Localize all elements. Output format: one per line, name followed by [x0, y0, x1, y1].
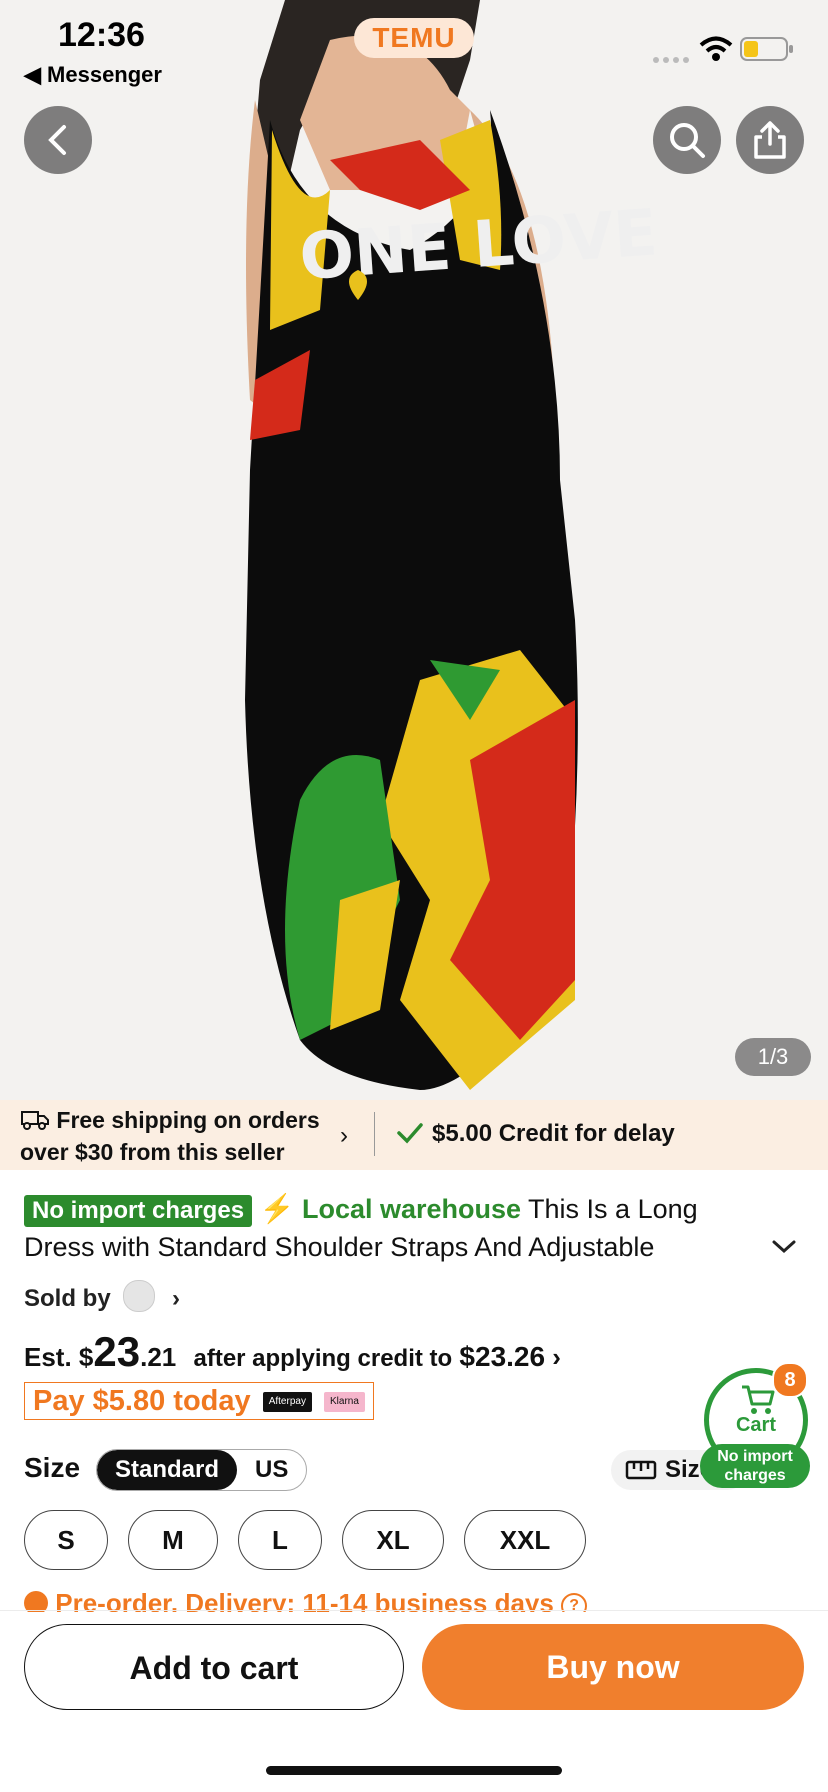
shipping-line-1: Free shipping on orders	[56, 1107, 320, 1133]
size-label: Size	[24, 1452, 81, 1483]
pay-today-text: Pay $5.80 today	[33, 1385, 251, 1417]
price-dollars: 23	[93, 1328, 141, 1375]
size-option-xl[interactable]: XL	[342, 1510, 444, 1570]
sold-by-label: Sold by	[24, 1285, 111, 1312]
back-to-app-link[interactable]: ◀ Messenger	[24, 62, 162, 88]
signal-icon	[652, 52, 692, 70]
share-button[interactable]	[736, 106, 804, 174]
search-icon	[670, 123, 705, 158]
klarna-logo: Klarna	[324, 1392, 365, 1413]
free-shipping-link[interactable]: Free shipping on orders over $30 from th…	[20, 1106, 320, 1167]
sold-by-link[interactable]: Sold by ›	[24, 1280, 180, 1313]
temu-logo: TEMU	[354, 18, 474, 58]
truck-icon	[20, 1109, 50, 1138]
pay-today-banner[interactable]: Pay $5.80 today Afterpay Klarna	[24, 1382, 374, 1420]
preorder-notice[interactable]: Pre-order. Delivery: 11-14 business days…	[24, 1588, 588, 1612]
chevron-right-icon: ›	[552, 1342, 561, 1372]
status-time: 12:36	[58, 16, 145, 54]
chevron-right-icon: ›	[172, 1285, 181, 1312]
size-system-toggle[interactable]: Standard US	[96, 1449, 308, 1491]
cart-count-badge: 8	[772, 1362, 808, 1398]
cart-icon	[742, 1385, 775, 1414]
original-price: $23.26	[459, 1341, 546, 1372]
add-to-cart-button[interactable]: Add to cart	[24, 1624, 404, 1710]
shipping-line-2: over $30 from this seller	[20, 1139, 285, 1165]
ruler-icon	[625, 1460, 657, 1480]
product-title-start: This Is a Long	[528, 1194, 698, 1224]
size-system-us[interactable]: US	[237, 1450, 306, 1490]
size-option-s[interactable]: S	[24, 1510, 108, 1570]
delay-credit: $5.00 Credit for delay	[432, 1120, 675, 1147]
cart-no-import-badge: No import charges	[700, 1444, 810, 1488]
search-button[interactable]	[653, 106, 721, 174]
est-label: Est. $	[24, 1342, 94, 1372]
battery-icon	[740, 36, 794, 67]
buy-now-button[interactable]: Buy now	[422, 1624, 804, 1710]
expand-title-button[interactable]	[770, 1236, 798, 1261]
size-option-l[interactable]: L	[238, 1510, 322, 1570]
back-app-label: Messenger	[47, 62, 162, 87]
product-title-line-2: Dress with Standard Shoulder Straps And …	[24, 1232, 655, 1262]
lightning-icon: ⚡	[259, 1193, 295, 1224]
check-icon	[396, 1121, 424, 1150]
product-title-line-1: No import charges ⚡ Local warehouse This…	[24, 1192, 698, 1227]
floating-cart[interactable]: Cart 8 No import charges	[700, 1362, 828, 1488]
chevron-left-icon	[48, 125, 66, 155]
home-indicator	[266, 1766, 562, 1775]
clock-icon	[24, 1591, 48, 1612]
credit-note: after applying credit to	[193, 1345, 453, 1372]
price-cents: .21	[140, 1342, 177, 1372]
size-system-standard[interactable]: Standard	[97, 1450, 238, 1490]
bottom-bar-divider	[0, 1610, 828, 1611]
local-warehouse-label: Local warehouse	[301, 1194, 522, 1224]
divider	[374, 1112, 375, 1156]
no-import-charges-badge: No import charges	[24, 1195, 253, 1227]
wifi-icon	[699, 36, 733, 67]
chevron-down-icon	[772, 1240, 796, 1254]
size-option-m[interactable]: M	[128, 1510, 218, 1570]
seller-avatar	[123, 1280, 156, 1312]
cart-label: Cart	[735, 1414, 776, 1436]
preorder-text: Pre-order. Delivery: 11-14 business days	[55, 1588, 554, 1612]
size-option-xxl[interactable]: XXL	[464, 1510, 586, 1570]
image-counter: 1/3	[735, 1038, 811, 1076]
back-button[interactable]	[24, 106, 92, 174]
share-icon	[754, 121, 786, 159]
price-row[interactable]: Est. $23.21 after applying credit to $23…	[24, 1328, 561, 1376]
chevron-right-icon: ›	[340, 1122, 348, 1149]
afterpay-logo: Afterpay	[262, 1392, 312, 1413]
